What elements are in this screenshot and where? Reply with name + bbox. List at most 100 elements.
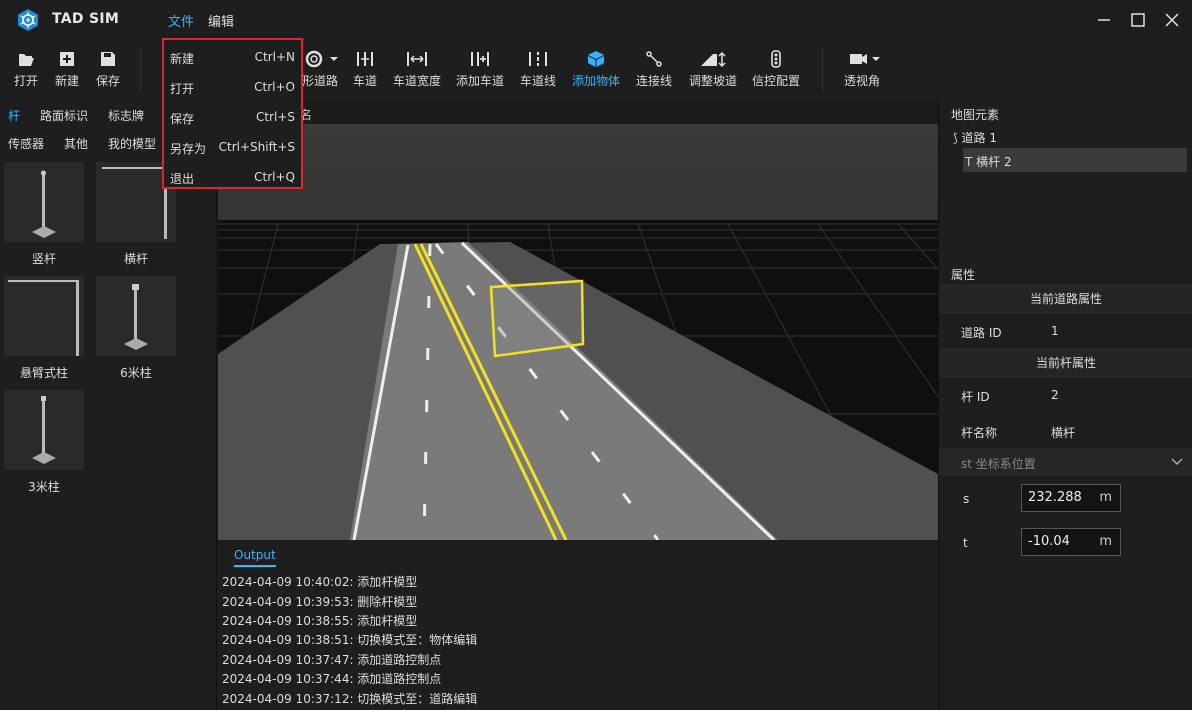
t-input-box[interactable]: m <box>1021 528 1121 556</box>
selected-cross-arm-box[interactable] <box>489 279 585 358</box>
tab-pole[interactable]: 杆 <box>8 107 20 124</box>
model-library-panel: 杆 路面标识 标志牌 传感器 其他 我的模型 竖杆 横杆 悬臂式柱 6米柱 3米… <box>0 102 217 710</box>
signal-config-label: 信控配置 <box>752 74 801 88</box>
save-label: 保存 <box>96 74 121 88</box>
menu-item-open[interactable]: 打开 Ctrl+O <box>164 72 301 102</box>
lane-width-button[interactable]: 车道宽度 <box>393 50 441 89</box>
tab-road-marking[interactable]: 路面标识 <box>40 107 88 124</box>
log-line: 2024-04-09 10:37:47: 添加道路控制点 <box>222 653 442 667</box>
menu-item-save-as[interactable]: 另存为 Ctrl+Shift+S <box>164 132 301 162</box>
model-vertical-pole[interactable]: 竖杆 <box>4 162 84 267</box>
scene-render <box>218 124 938 540</box>
model-name: 竖杆 <box>31 252 56 266</box>
right-panel: 地图元素 ⟆ 道路 1 T 横杆 2 属性 当前道路属性 道路 ID 1 当前杆… <box>938 102 1192 710</box>
menu-item-shortcut: Ctrl+N <box>254 50 295 64</box>
vertical-pole-thumbnail <box>4 162 84 242</box>
signal-config-button[interactable]: 信控配置 <box>752 50 800 89</box>
lane-label: 车道 <box>353 74 378 88</box>
pole-id-label: 杆 ID <box>961 390 990 404</box>
t-pole-icon: T <box>965 155 973 169</box>
tab-other[interactable]: 其他 <box>64 135 88 152</box>
add-object-button[interactable]: 添加物体 <box>572 50 620 89</box>
open-button[interactable]: 打开 <box>14 50 38 89</box>
s-unit: m <box>1099 490 1112 505</box>
model-cantilever-pole[interactable]: 悬臂式柱 <box>4 276 84 381</box>
t-label: t <box>963 536 968 550</box>
t-unit: m <box>1099 534 1112 549</box>
connect-line-button[interactable]: 连接线 <box>636 50 672 89</box>
title-bar: TAD SIM 文件 编辑 <box>0 0 1192 40</box>
file-dropdown-menu: 新建 Ctrl+N 打开 Ctrl+O 保存 Ctrl+S 另存为 Ctrl+S… <box>162 38 303 189</box>
toolbar-divider <box>140 48 141 92</box>
model-6m-pole[interactable]: 6米柱 <box>96 276 176 381</box>
menu-item-new[interactable]: 新建 Ctrl+N <box>164 42 301 72</box>
pole-name-row: 杆名称 横杆 <box>939 414 1192 448</box>
lane-width-icon <box>407 52 427 66</box>
s-input[interactable] <box>1028 490 1098 505</box>
log-line: 2024-04-09 10:38:51: 切换模式至：物体编辑 <box>222 633 478 647</box>
menu-item-shortcut: Ctrl+O <box>254 80 295 94</box>
tab-sensor[interactable]: 传感器 <box>8 135 44 152</box>
road-props-header: 当前道路属性 <box>939 284 1192 314</box>
lane-icon <box>357 52 373 66</box>
maximize-button[interactable] <box>1126 8 1150 32</box>
adjust-slope-button[interactable]: 调整坡道 <box>689 50 737 89</box>
lane-button[interactable]: 车道 <box>353 50 377 89</box>
save-icon <box>101 52 115 66</box>
menu-item-label: 新建 <box>170 52 195 66</box>
road-id-row: 道路 ID 1 <box>939 314 1192 348</box>
app-title: TAD SIM <box>52 11 120 27</box>
connect-line-label: 连接线 <box>636 74 673 88</box>
save-button[interactable]: 保存 <box>96 50 120 89</box>
st-section-label: st 坐标系位置 <box>961 457 1036 471</box>
tab-sign[interactable]: 标志牌 <box>108 107 144 124</box>
minimize-button[interactable] <box>1092 8 1116 32</box>
tree-item-cross-arm[interactable]: T 横杆 2 <box>965 153 1012 170</box>
add-lane-button[interactable]: 添加车道 <box>456 50 504 89</box>
tree-item-label: 道路 1 <box>961 131 997 145</box>
cantilever-pole-thumbnail <box>4 276 84 356</box>
s-label: s <box>963 492 970 506</box>
model-name: 6米柱 <box>120 366 152 380</box>
menu-file[interactable]: 文件 <box>168 11 194 30</box>
pole-name-value: 横杆 <box>1051 426 1076 440</box>
new-button[interactable]: 新建 <box>55 50 79 89</box>
s-input-box[interactable]: m <box>1021 484 1121 512</box>
tab-my-models[interactable]: 我的模型 <box>108 135 156 152</box>
menu-item-save[interactable]: 保存 Ctrl+S <box>164 102 301 132</box>
sky <box>218 124 938 224</box>
viewport-header <box>218 102 938 124</box>
road-icon: ⟆ <box>953 131 958 145</box>
ring-road-label: 形道路 <box>301 74 338 88</box>
app-logo-icon <box>18 9 38 31</box>
menu-item-label: 退出 <box>170 172 195 186</box>
menu-item-exit[interactable]: 退出 Ctrl+Q <box>164 162 301 192</box>
model-name: 悬臂式柱 <box>19 366 68 380</box>
perspective-button[interactable]: 透视角 <box>842 50 882 89</box>
menu-edit[interactable]: 编辑 <box>208 11 234 30</box>
connect-line-icon <box>646 51 662 67</box>
model-3m-pole[interactable]: 3米柱 <box>4 390 84 495</box>
road-id-value: 1 <box>1051 324 1059 338</box>
ring-road-button[interactable]: 形道路 <box>300 50 340 89</box>
menu-item-label: 保存 <box>170 112 195 126</box>
toolbar-divider <box>822 48 823 92</box>
3d-viewport[interactable] <box>218 124 938 540</box>
add-object-label: 添加物体 <box>572 74 621 88</box>
menu-item-shortcut: Ctrl+S <box>255 110 295 124</box>
new-file-icon <box>60 52 74 66</box>
close-button[interactable] <box>1160 8 1184 32</box>
new-label: 新建 <box>55 74 80 88</box>
lane-line-label: 车道线 <box>520 74 557 88</box>
output-tab[interactable]: Output <box>234 548 276 567</box>
log-line: 2024-04-09 10:39:53: 删除杆模型 <box>222 595 418 609</box>
log-line: 2024-04-09 10:38:55: 添加杆模型 <box>222 614 418 628</box>
lane-line-button[interactable]: 车道线 <box>520 50 556 89</box>
t-input[interactable] <box>1028 534 1098 549</box>
add-lane-icon <box>471 52 489 66</box>
ring-road-icon <box>305 50 338 68</box>
camera-icon <box>850 54 880 64</box>
menu-item-shortcut: Ctrl+Q <box>254 170 295 184</box>
st-coordinates-section[interactable]: st 坐标系位置 <box>939 448 1192 476</box>
tree-item-road[interactable]: ⟆ 道路 1 <box>953 129 997 146</box>
